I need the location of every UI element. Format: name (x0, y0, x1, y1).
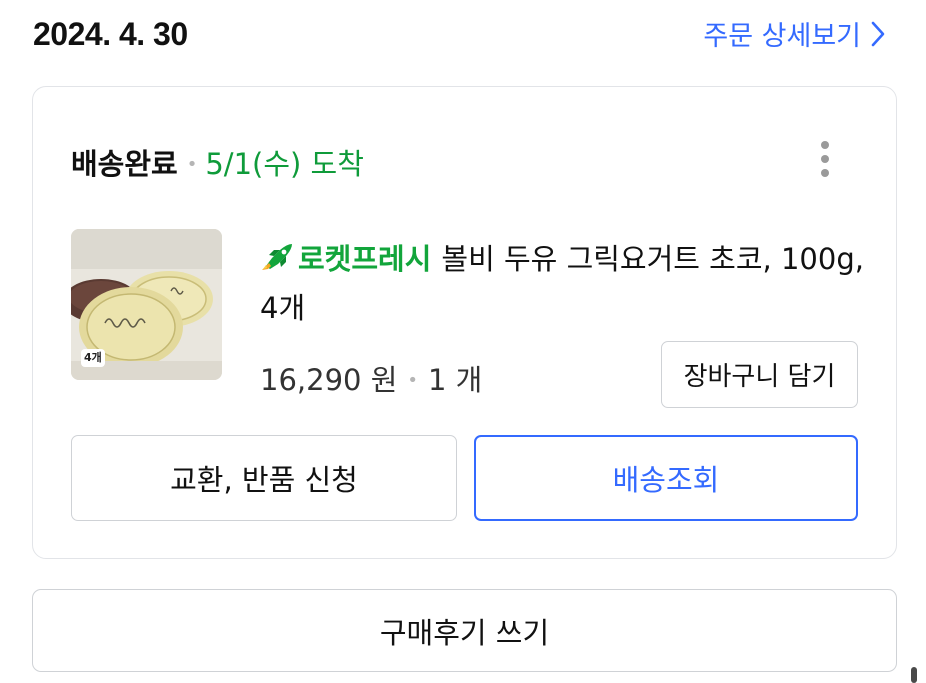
scrollbar-thumb[interactable] (911, 667, 917, 683)
product-image[interactable]: 4개 (71, 229, 222, 380)
delivery-status: 배송완료 (71, 147, 178, 181)
order-detail-label: 주문 상세보기 (703, 21, 861, 52)
order-card: 배송완료 • 5/1(수) 도착 4개 로켓프레시 볼비 두유 그릭요거트 초코… (32, 86, 897, 559)
more-options-icon[interactable] (811, 137, 839, 181)
product-quantity: 1 개 (428, 363, 483, 397)
chevron-right-icon (871, 21, 885, 46)
order-date: 2024. 4. 30 (33, 16, 188, 52)
separator-dot: • (407, 370, 418, 391)
arrival-date: 5/1(수) 도착 (205, 147, 364, 181)
product-price: 16,290 원 (260, 363, 398, 397)
price-row: 16,290 원 • 1 개 (260, 357, 482, 399)
more-dot (821, 141, 829, 149)
add-to-cart-button[interactable]: 장바구니 담기 (661, 341, 858, 408)
product-title[interactable]: 로켓프레시 볼비 두유 그릭요거트 초코, 100g, 4개 (260, 235, 870, 333)
track-delivery-button[interactable]: 배송조회 (474, 435, 858, 521)
write-review-button[interactable]: 구매후기 쓰기 (32, 589, 897, 672)
rocket-fresh-icon (262, 244, 292, 270)
order-detail-link[interactable]: 주문 상세보기 (703, 14, 885, 53)
separator-dot: • (186, 154, 198, 175)
pack-count-badge: 4개 (81, 349, 105, 367)
more-dot (821, 155, 829, 163)
delivery-status-row: 배송완료 • 5/1(수) 도착 (71, 141, 364, 183)
exchange-return-button[interactable]: 교환, 반품 신청 (71, 435, 457, 521)
order-header: 2024. 4. 30 주문 상세보기 (33, 14, 893, 56)
rocket-fresh-label: 로켓프레시 (298, 242, 432, 276)
more-dot (821, 169, 829, 177)
